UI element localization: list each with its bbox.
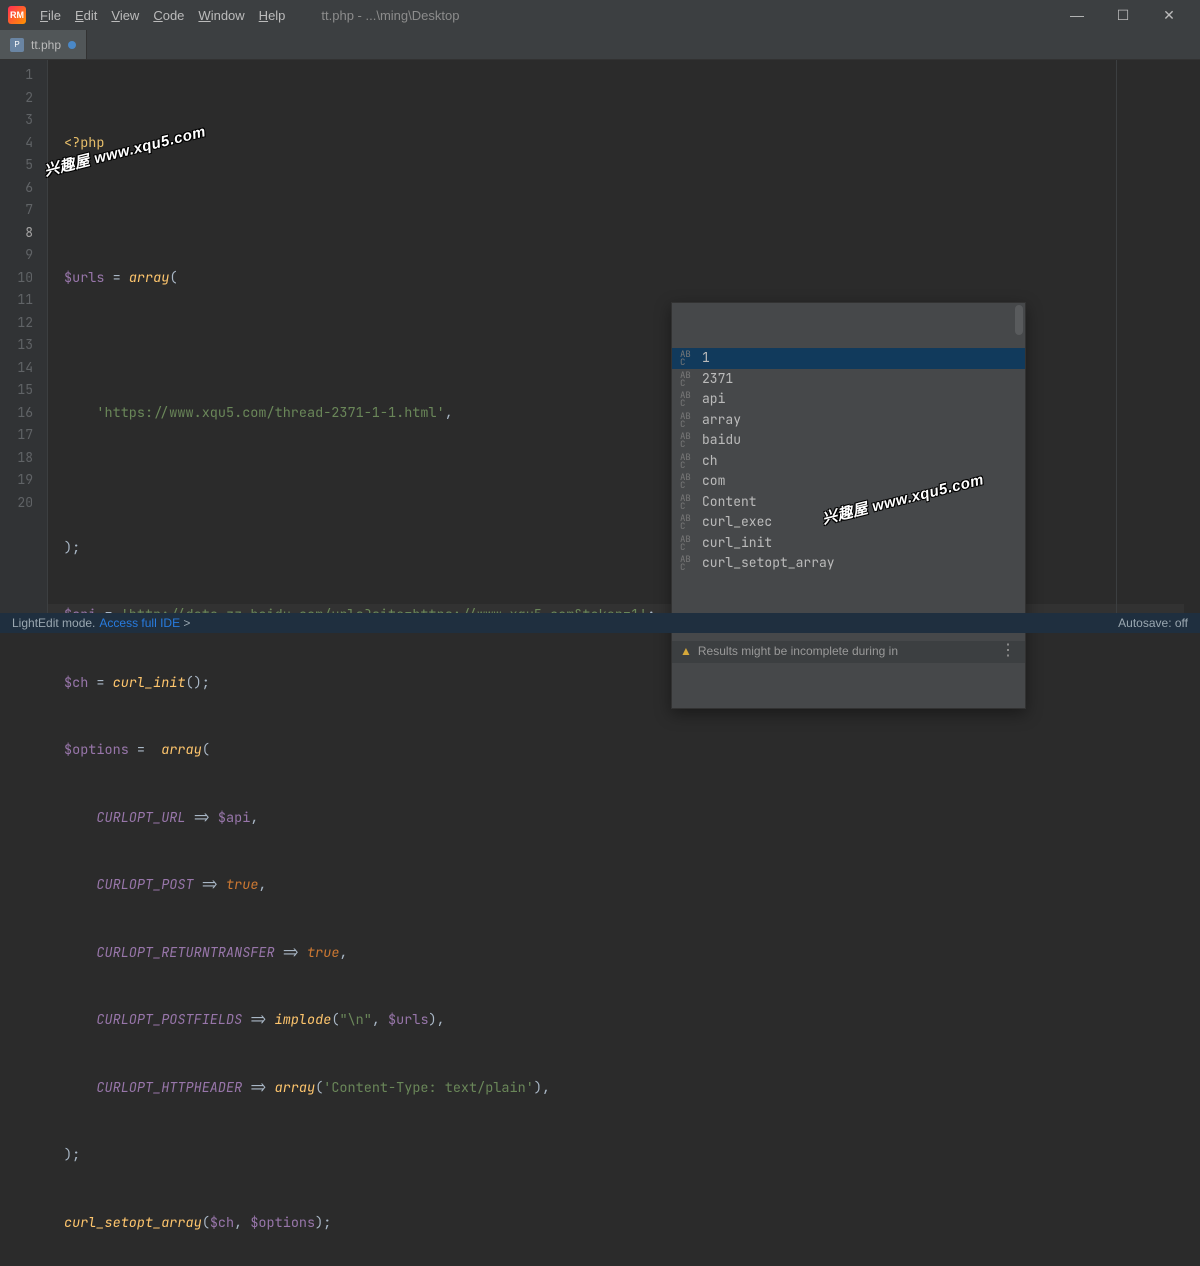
line-number: 17 [0, 424, 33, 447]
statusbar: LightEdit mode. Access full IDE > Autosa… [0, 613, 1200, 633]
autocomplete-item[interactable]: ABC array [672, 410, 1025, 431]
menu-code[interactable]: Code [153, 8, 184, 23]
tabbar: P tt.php [0, 30, 1200, 60]
autocomplete-item[interactable]: ABC curl_setopt_array [672, 553, 1025, 573]
autocomplete-item-label: Content [702, 491, 757, 514]
abc-icon: ABC [680, 535, 694, 551]
autocomplete-popup[interactable]: ABC1ABC2371ABCapiABCarrayABCbaiduABCchAB… [671, 302, 1026, 709]
autocomplete-item[interactable]: ABC com [672, 471, 1025, 492]
scrollbar-thumb[interactable] [1015, 305, 1023, 335]
autocomplete-item[interactable]: ABC 2371 [672, 369, 1025, 390]
gutter: 1234567891011121314151617181920 [0, 60, 48, 613]
autocomplete-item[interactable]: ABC curl_init [672, 533, 1025, 554]
autocomplete-item[interactable]: ABC baidu [672, 430, 1025, 451]
autocomplete-item-label: com [702, 470, 725, 493]
autocomplete-item-label: ch [702, 450, 718, 473]
abc-icon: ABC [680, 391, 694, 407]
line-number: 20 [0, 492, 33, 515]
abc-icon: ABC [680, 453, 694, 469]
menubar: File Edit View Code Window Help [40, 8, 285, 23]
line-number: 10 [0, 267, 33, 290]
menu-window[interactable]: Window [198, 8, 244, 23]
app-icon: RM [8, 6, 26, 24]
tab-filename: tt.php [31, 38, 61, 52]
autocomplete-item-label: array [702, 409, 741, 432]
abc-icon: ABC [680, 350, 694, 366]
autocomplete-item[interactable]: ABC curl_exec [672, 512, 1025, 533]
line-number: 2 [0, 87, 33, 110]
line-number: 1 [0, 64, 33, 87]
maximize-button[interactable]: ☐ [1100, 0, 1146, 30]
minimize-button[interactable]: — [1054, 0, 1100, 30]
autocomplete-item-label: 2371 [702, 368, 733, 391]
line-number: 9 [0, 244, 33, 267]
abc-icon: ABC [680, 514, 694, 530]
menu-edit[interactable]: Edit [75, 8, 97, 23]
warning-icon: ▲ [680, 640, 692, 663]
line-number: 4 [0, 132, 33, 155]
access-full-ide-link[interactable]: Access full IDE [99, 616, 180, 630]
tab-ttphp[interactable]: P tt.php [0, 30, 87, 59]
window-controls: — ☐ ✕ [1054, 0, 1192, 30]
line-number: 15 [0, 379, 33, 402]
php-file-icon: P [10, 38, 24, 52]
code-text: <?php [64, 134, 105, 152]
abc-icon: ABC [680, 412, 694, 428]
line-number: 3 [0, 109, 33, 132]
window-title: tt.php - ...\ming\Desktop [321, 8, 459, 23]
status-mode: LightEdit mode. [12, 616, 95, 630]
line-number: 18 [0, 447, 33, 470]
more-icon[interactable]: ⋮ [1000, 640, 1017, 663]
line-number: 8 [0, 222, 33, 245]
autocomplete-list: ABC1ABC2371ABCapiABCarrayABCbaiduABCchAB… [672, 348, 1025, 573]
autocomplete-item[interactable]: ABC api [672, 389, 1025, 410]
editor-area: 1234567891011121314151617181920 <?php $u… [0, 60, 1200, 613]
line-number: 11 [0, 289, 33, 312]
autocomplete-footer: ▲ Results might be incomplete during in … [672, 641, 1025, 663]
autocomplete-item-label: CURLOPT_HTTPHEADER [702, 573, 842, 574]
autocomplete-item-label: 1 [702, 348, 710, 370]
line-number: 5 [0, 154, 33, 177]
abc-icon: ABC [680, 371, 694, 387]
autocomplete-item-label: curl_init [702, 532, 772, 555]
line-number: 6 [0, 177, 33, 200]
line-number: 12 [0, 312, 33, 335]
status-autosave: Autosave: off [1118, 616, 1188, 630]
menu-view[interactable]: View [111, 8, 139, 23]
line-number: 19 [0, 469, 33, 492]
dirty-indicator-icon [68, 41, 76, 49]
autocomplete-item[interactable]: ABC ch [672, 451, 1025, 472]
menu-file[interactable]: File [40, 8, 61, 23]
abc-icon: ABC [680, 473, 694, 489]
line-number: 14 [0, 357, 33, 380]
abc-icon: ABC [680, 555, 694, 571]
abc-icon: ABC [680, 432, 694, 448]
abc-icon: ABC [680, 494, 694, 510]
autocomplete-footer-text: Results might be incomplete during in [698, 640, 898, 663]
autocomplete-item-label: curl_exec [702, 511, 772, 534]
menu-help[interactable]: Help [259, 8, 286, 23]
autocomplete-item[interactable]: ABC Content [672, 492, 1025, 513]
titlebar: RM File Edit View Code Window Help tt.ph… [0, 0, 1200, 30]
autocomplete-item-label: baidu [702, 429, 741, 452]
autocomplete-item[interactable]: ABC 1 [672, 348, 1025, 369]
code-editor[interactable]: <?php $urls = array( 'https://www.xqu5.c… [48, 60, 1200, 613]
close-button[interactable]: ✕ [1146, 0, 1192, 30]
line-number: 16 [0, 402, 33, 425]
autocomplete-item-label: curl_setopt_array [702, 552, 835, 573]
line-number: 13 [0, 334, 33, 357]
right-margin-ruler [1116, 60, 1117, 613]
line-number: 7 [0, 199, 33, 222]
autocomplete-item-label: api [702, 388, 725, 411]
